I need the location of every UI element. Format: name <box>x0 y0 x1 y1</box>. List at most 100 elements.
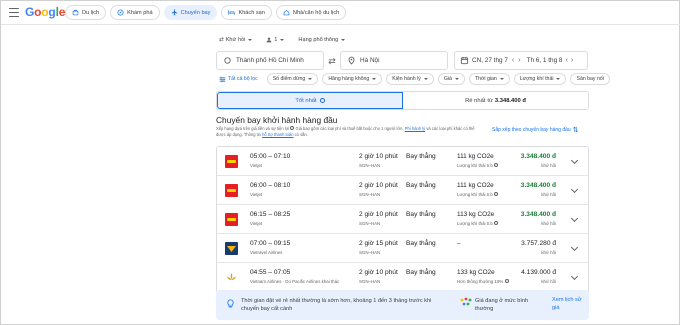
price-type: khứ hồi <box>541 163 556 168</box>
co2-note: Hơn thông thường 19% <box>457 279 509 284</box>
expand-chevron-icon[interactable] <box>570 272 579 281</box>
round-trip-icon: ⇄ <box>219 37 224 43</box>
explore-icon <box>117 9 124 16</box>
co2-note: Lượng khí thải tr.b <box>457 192 499 197</box>
trip-type-select[interactable]: ⇄ Khứ hồi <box>219 37 253 43</box>
flight-row[interactable]: 06:15 – 08:25 Vietjet 2 giờ 10 phút SGN–… <box>217 205 588 234</box>
flight-stops: Bay thẳng <box>406 240 436 247</box>
sort-toggle: Tốt nhất Rẻ nhất từ 3.348.400 đ <box>216 91 589 110</box>
info-icon[interactable] <box>494 221 499 225</box>
bag-fees-link[interactable]: Phí hành lý <box>405 126 425 131</box>
filter-connecting-airports[interactable]: Sân bay nối <box>570 73 610 85</box>
section-description: Xếp hạng dựa trên giá tiền và sự tiện lợ… <box>216 126 476 138</box>
vietjet-logo-icon <box>225 213 238 226</box>
vietnam-airlines-logo-icon <box>227 273 236 280</box>
tab-flights[interactable]: Chuyến bay <box>163 5 218 20</box>
tab-hotels[interactable]: Khách sạn <box>221 5 272 20</box>
info-icon[interactable] <box>494 192 499 196</box>
info-icon[interactable] <box>504 279 509 283</box>
filter-price-label: Giá <box>443 76 452 82</box>
cabin-class-select[interactable]: Hạng phổ thông <box>298 37 346 43</box>
origin-input[interactable]: Thành phố Hồ Chí Minh <box>216 51 324 70</box>
depart-date[interactable]: CN, 27 thg 7 <box>472 57 508 64</box>
flight-row[interactable]: 04:55 – 07:05 Vietnam Airlines · Do Paci… <box>217 263 588 292</box>
info-icon[interactable] <box>319 98 325 103</box>
flight-stops: Bay thẳng <box>406 269 436 276</box>
price-history-link[interactable]: Xem lịch sử giá <box>552 296 584 312</box>
desc-fees: Giá bao gồm các loại phí và thuế bắt buộ… <box>295 126 404 131</box>
flight-co2: 113 kg CO2e <box>457 211 495 218</box>
filter-price[interactable]: Giá <box>437 73 465 85</box>
tab-hotels-label: Khách sạn <box>238 9 265 16</box>
payment-support-link[interactable]: hỗ trợ thanh toán <box>262 132 293 137</box>
flight-row[interactable]: 06:00 – 08:10 Vietjet 2 giờ 10 phút SGN–… <box>217 176 588 205</box>
passenger-select[interactable]: 1 <box>266 37 285 43</box>
sort-by-link[interactable]: Sắp xếp theo chuyến bay hàng đầu ⇅ <box>492 126 579 134</box>
tab-travel[interactable]: Du lịch <box>65 5 107 20</box>
flight-duration: 2 giờ 15 phút <box>359 240 398 247</box>
expand-chevron-icon[interactable] <box>570 156 579 165</box>
cheapest-tab[interactable]: Rẻ nhất từ 3.348.400 đ <box>403 92 588 109</box>
price-type: khứ hồi <box>541 192 556 197</box>
flight-stops: Bay thẳng <box>406 182 436 189</box>
flight-row[interactable]: 05:00 – 07:10 Vietjet 2 giờ 10 phút SGN–… <box>217 147 588 176</box>
swap-icon[interactable]: ⇄ <box>326 55 338 67</box>
best-tab[interactable]: Tốt nhất <box>217 92 403 109</box>
filter-airlines[interactable]: Hãng hàng không <box>322 73 383 85</box>
lightbulb-icon <box>227 299 234 308</box>
flight-co2: 111 kg CO2e <box>457 153 494 160</box>
expand-chevron-icon[interactable] <box>570 243 579 252</box>
cheapest-price: 3.348.400 đ <box>494 97 526 104</box>
chevron-down-icon <box>372 78 377 80</box>
chevron-left-icon[interactable]: ‹ <box>512 57 514 64</box>
airline-name: Vietnam Airlines · Do Pacific Airlines k… <box>250 279 340 284</box>
date-range-input[interactable]: CN, 27 thg 7 ‹ › Th 6, 1 thg 8 ‹ › <box>454 51 588 70</box>
tab-flights-label: Chuyến bay <box>180 9 211 16</box>
return-date[interactable]: Th 6, 1 thg 8 <box>527 57 563 64</box>
browser-page: Google Du lịch Khám phá Chuyến bay Khách… <box>0 0 680 325</box>
trip-type-value: Khứ hồi <box>225 37 246 43</box>
flight-icon <box>171 9 177 16</box>
chevron-right-icon[interactable]: › <box>571 57 573 64</box>
filter-bags-label: Kiện hành lý <box>392 76 421 82</box>
flight-stops: Bay thẳng <box>406 153 436 160</box>
chevron-right-icon[interactable]: › <box>518 57 520 64</box>
flight-row[interactable]: 07:00 – 09:15 Vietravel Airlines 2 giờ 1… <box>217 234 588 263</box>
expand-chevron-icon[interactable] <box>570 214 579 223</box>
filter-stops[interactable]: Số điểm dừng <box>266 73 319 85</box>
filter-airlines-label: Hãng hàng không <box>328 76 370 82</box>
filter-bags[interactable]: Kiện hành lý <box>386 73 434 85</box>
expand-chevron-icon[interactable] <box>570 185 579 194</box>
hotel-icon <box>228 10 236 15</box>
filter-emissions[interactable]: Lượng khí thải <box>513 73 567 85</box>
google-logo[interactable]: Google <box>25 5 65 19</box>
flight-duration: 2 giờ 10 phút <box>359 269 398 276</box>
price-insight-banner: Thời gian đặt vé rẻ nhất thường là sớm h… <box>216 290 589 320</box>
flight-price: 3.348.400 đ <box>520 211 556 218</box>
location-circle-icon <box>224 57 231 64</box>
chevron-down-icon <box>280 39 285 41</box>
sort-by-label: Sắp xếp theo chuyến bay hàng đầu <box>492 127 571 133</box>
tab-explore-label: Khám phá <box>127 9 153 16</box>
info-icon[interactable] <box>494 163 499 167</box>
chevron-left-icon[interactable]: ‹ <box>565 57 567 64</box>
co2-note-text: Lượng khí thải tr.b <box>457 192 493 197</box>
filter-connecting-airports-label: Sân bay nối <box>576 76 604 82</box>
chevron-down-icon <box>423 78 428 80</box>
tab-vacation-rentals[interactable]: Nhà/căn hộ du lịch <box>275 5 347 20</box>
flight-co2: 111 kg CO2e <box>457 182 494 189</box>
top-bar: Google Du lịch Khám phá Chuyến bay Khách… <box>1 1 680 25</box>
all-filters-button[interactable]: Tất cả bộ lọc <box>219 73 263 85</box>
co2-note-text: Lượng khí thải tr.b <box>457 221 493 226</box>
sort-icon: ⇅ <box>572 127 579 134</box>
flight-times: 06:15 – 08:25 <box>250 211 291 218</box>
airline-name: Vietjet <box>250 163 263 168</box>
menu-icon[interactable] <box>9 8 19 17</box>
info-icon[interactable] <box>290 126 295 130</box>
cheapest-tab-label: Rẻ nhất <box>465 97 486 104</box>
co2-note-text: Hơn thông thường 19% <box>457 279 504 284</box>
filter-times[interactable]: Thời gian <box>468 73 510 85</box>
flight-route: SGN–HAN <box>359 221 381 226</box>
tab-explore[interactable]: Khám phá <box>110 5 160 20</box>
destination-input[interactable]: Hà Nội <box>340 51 448 70</box>
